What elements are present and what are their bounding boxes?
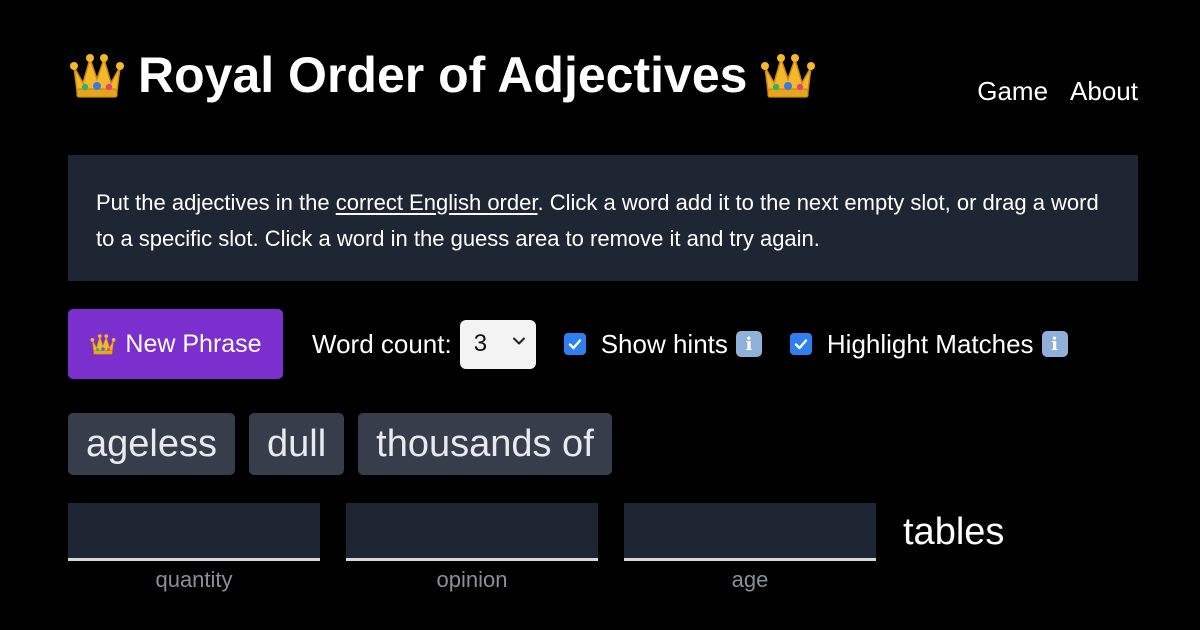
page-title-text: Royal Order of Adjectives <box>138 47 748 103</box>
instructions-text-start: Put the adjectives in the <box>96 190 336 215</box>
highlight-matches-label: Highlight Matches <box>826 328 1034 359</box>
highlight-matches-group: Highlight Matches i <box>789 328 1068 360</box>
new-phrase-label: New Phrase <box>125 329 262 358</box>
guess-slot[interactable] <box>624 503 876 561</box>
show-hints-checkbox[interactable] <box>563 333 586 355</box>
top-nav: Game About <box>977 74 1138 108</box>
guess-slot[interactable] <box>346 503 598 561</box>
page-title: Royal Order of Adjectives <box>68 44 817 106</box>
info-icon[interactable]: i <box>735 331 762 357</box>
guess-area: quantity opinion age tables <box>68 503 1168 603</box>
word-count-value: 3 <box>473 330 488 357</box>
crown-icon <box>759 49 817 101</box>
show-hints-label: Show hints <box>600 328 728 359</box>
nav-game-link[interactable]: Game <box>977 74 1048 108</box>
word-tile[interactable]: dull <box>248 413 345 475</box>
page-header: Royal Order of Adjectives Game About <box>68 44 1138 114</box>
instructions-panel: Put the adjectives in the correct Englis… <box>68 155 1138 281</box>
info-icon[interactable]: i <box>1041 331 1068 357</box>
word-tile[interactable]: thousands of <box>358 413 612 475</box>
guess-slot[interactable] <box>68 503 320 561</box>
correct-order-link[interactable]: correct English order <box>336 190 538 215</box>
new-phrase-button[interactable]: New Phrase <box>68 309 283 379</box>
chevron-down-icon <box>512 337 525 344</box>
word-count-select[interactable]: 3 <box>459 319 536 369</box>
slot-label: age <box>731 567 769 592</box>
word-tile[interactable]: ageless <box>68 413 235 475</box>
highlight-matches-checkbox[interactable] <box>789 333 812 355</box>
word-count-label: Word count: <box>312 328 452 359</box>
checkmark-icon <box>794 339 808 350</box>
crown-icon <box>89 332 117 356</box>
nav-about-link[interactable]: About <box>1070 74 1138 108</box>
slot-label: opinion <box>436 567 508 592</box>
controls-bar: New Phrase Word count: 3 Show hints i Hi… <box>68 309 1138 379</box>
word-bank: ageless dull thousands of <box>68 413 612 475</box>
show-hints-group: Show hints i <box>563 328 762 360</box>
noun-word: tables <box>903 511 1005 553</box>
crown-icon <box>68 49 126 101</box>
slot-label: quantity <box>155 567 233 592</box>
checkmark-icon <box>568 339 581 350</box>
